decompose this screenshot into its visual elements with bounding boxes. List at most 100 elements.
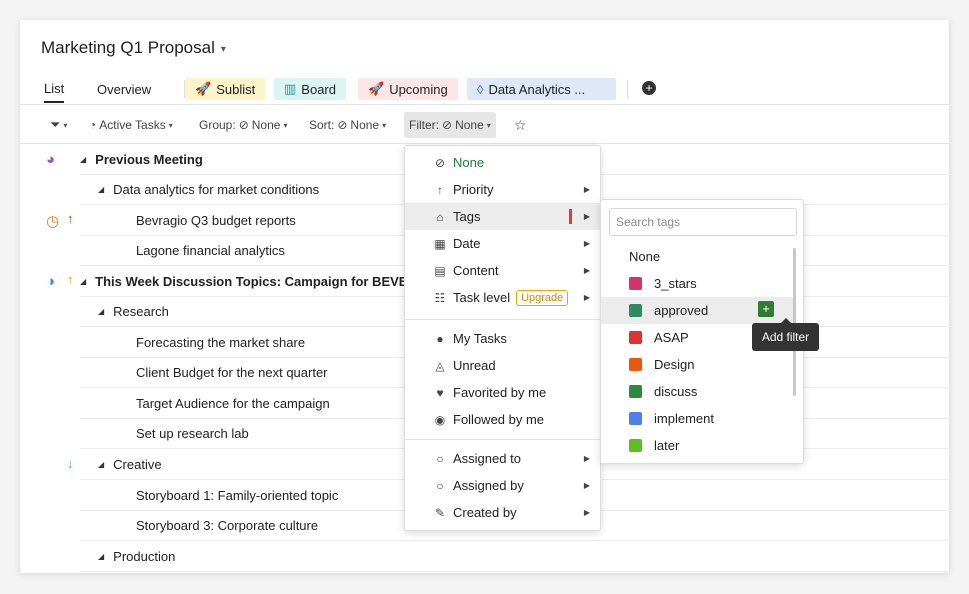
tag-search-input[interactable] [609,208,797,236]
active-tasks-button[interactable]: ◔ Active Tasks ▾ [84,112,178,138]
list-item[interactable]: ◢ Production [80,542,949,572]
drop-icon: ◊ [477,81,484,97]
rocket-icon: 🚀 [368,81,385,96]
tab-data-analytics[interactable]: ◊ Data Analytics ... [467,78,616,100]
caret-icon: ▾ [63,120,68,130]
filter-created-by-item[interactable]: ✎ Created by ▶ [405,499,600,526]
tab-board[interactable]: ▥ Board [274,78,346,100]
sort-button[interactable]: Sort: ⊘ None ▾ [304,112,391,138]
priority-high-icon[interactable]: ↑ [67,211,74,226]
bell-icon: ◬ [435,358,445,373]
arrow-up-icon: ↑ [437,182,443,197]
edit-icon: ✎ [434,505,446,520]
filter-my-tasks-item[interactable]: ● My Tasks [405,325,600,352]
document-icon: ▤ [434,263,446,278]
filter-content-item[interactable]: ▤ Content ▶ [405,257,600,284]
half-circle-icon[interactable]: ◑ [46,273,55,290]
chevron-right-icon: ▶ [583,481,590,490]
none-icon: ⊘ [337,118,348,132]
tab-divider [627,80,628,98]
filter-date-item[interactable]: ▦ Date ▶ [405,230,600,257]
collapse-icon[interactable]: ◢ [80,277,86,286]
add-tab-icon[interactable]: + [642,81,656,95]
tab-overview[interactable]: Overview [87,78,161,100]
eye-icon: ◉ [434,412,446,427]
person-arrow-icon: ○ [436,478,444,493]
collapse-icon[interactable]: ◢ [98,185,104,194]
person-icon: ● [436,331,444,346]
collapse-icon[interactable]: ◢ [98,460,104,469]
filter-task-level-item[interactable]: ☷ Task level Upgrade ▶ [405,284,600,311]
tag-item-discuss[interactable]: discuss [601,378,793,405]
caret-icon: ▾ [486,120,491,130]
filter-none-item[interactable]: ⊘ None [405,149,600,176]
none-icon: ⊘ [434,155,446,170]
filter-button[interactable]: Filter: ⊘ None ▾ [404,112,496,138]
tag-swatch [629,304,642,317]
filter-unread-item[interactable]: ◬ Unread [405,352,600,379]
priority-low-icon[interactable]: ↓ [67,456,74,471]
tag-swatch [629,331,642,344]
tab-list[interactable]: List [44,76,65,103]
hierarchy-icon: ☷ [434,290,446,305]
tag-swatch [629,439,642,452]
chevron-right-icon: ▶ [583,185,590,194]
page-title[interactable]: Marketing Q1 Proposal ▾ [41,38,226,58]
chevron-right-icon: ▶ [583,293,590,302]
collapse-icon[interactable]: ◢ [98,307,104,316]
page-title-text: Marketing Q1 Proposal [41,38,215,57]
menu-divider [405,319,600,320]
filter-menu: ⊘ None ↑ Priority ▶ ⌂ Tags ▶ ▦ Date ▶ ▤ Content ▶… [404,145,601,531]
app-window: Marketing Q1 Proposal ▾ List Overview 🚀 … [20,20,949,573]
half-circle-icon: ◔ [89,118,97,132]
rocket-icon: 🚀 [195,81,212,96]
tags-scrollbar[interactable] [793,248,796,396]
chevron-right-icon: ▶ [583,239,590,248]
filter-assigned-to-item[interactable]: ○ Assigned to ▶ [405,445,600,472]
chevron-down-icon[interactable]: ▾ [221,44,226,55]
chevron-right-icon: ▶ [583,266,590,275]
tag-swatch [629,358,642,371]
star-icon[interactable]: ☆ [509,112,532,138]
none-icon: ⊘ [238,118,249,132]
collapse-icon[interactable]: ◢ [80,155,86,164]
funnel-icon: ⏷ [50,117,61,132]
tag-swatch [629,412,642,425]
caret-icon: ▾ [283,120,288,130]
menu-divider [405,439,600,440]
tab-sublist[interactable]: 🚀 Sublist [185,78,266,100]
tag-none-item[interactable]: None [601,243,793,270]
add-filter-icon[interactable]: + [758,301,774,317]
caret-icon: ▾ [168,120,173,130]
toolbar: ⏷ ▾ ◔ Active Tasks ▾ Group: ⊘ None ▾ Sort… [20,106,949,144]
none-icon: ⊘ [442,118,453,132]
tag-swatch [629,385,642,398]
tag-item-3-stars[interactable]: 3_stars [601,270,793,297]
chevron-right-icon: ▶ [583,212,590,221]
filter-priority-item[interactable]: ↑ Priority ▶ [405,176,600,203]
tag-icon: ⌂ [436,209,444,224]
tab-upcoming[interactable]: 🚀 Upcoming [358,78,458,100]
priority-medium-icon[interactable]: ↑ [67,272,74,287]
upgrade-badge[interactable]: Upgrade [516,289,569,306]
filter-followed-item[interactable]: ◉ Followed by me [405,406,600,433]
heart-icon: ♥ [436,385,444,400]
filter-tags-item[interactable]: ⌂ Tags ▶ [405,203,600,230]
tag-item-implement[interactable]: implement [601,405,793,432]
collapse-icon[interactable]: ◢ [98,552,104,561]
tag-swatch [629,277,642,290]
status-icon[interactable]: ◕ [46,151,55,168]
filter-assigned-by-item[interactable]: ○ Assigned by ▶ [405,472,600,499]
chevron-right-icon: ▶ [583,454,590,463]
tag-item-later[interactable]: later [601,432,793,459]
group-button[interactable]: Group: ⊘ None ▾ [194,112,292,138]
filter-favorited-item[interactable]: ♥ Favorited by me [405,379,600,406]
calendar-icon: ▦ [434,236,446,251]
filter-funnel-button[interactable]: ⏷ ▾ [45,112,72,138]
tag-item-design[interactable]: Design [601,351,793,378]
red-marker [569,209,572,224]
caret-icon: ▾ [382,120,387,130]
clock-icon[interactable]: ◷ [46,212,59,230]
board-icon: ▥ [284,81,297,96]
chevron-right-icon: ▶ [583,508,590,517]
